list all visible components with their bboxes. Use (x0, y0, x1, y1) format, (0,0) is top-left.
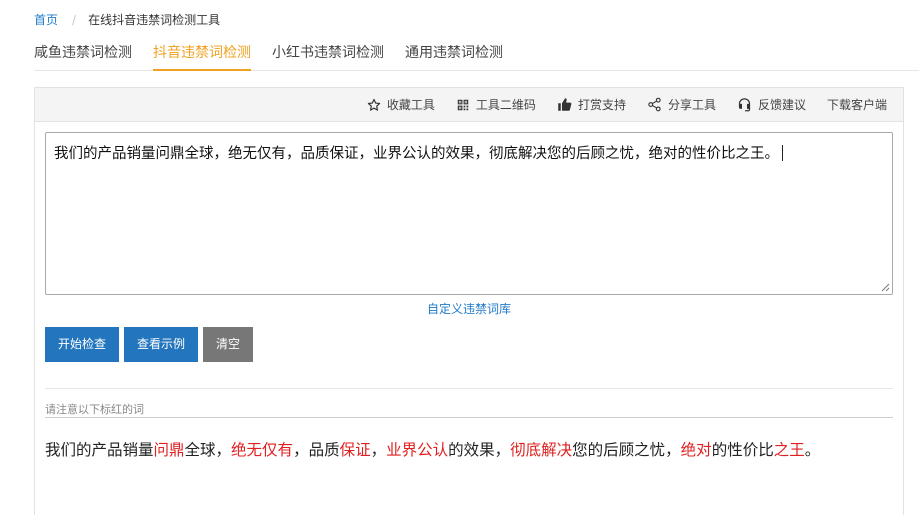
flagged-word: 绝对 (680, 441, 712, 459)
qrcode-tool-label: 工具二维码 (475, 98, 536, 112)
share-tool-label: 分享工具 (667, 98, 716, 112)
tab-xianyu[interactable]: 咸鱼违禁词检测 (34, 43, 132, 71)
breadcrumb-current: 在线抖音违禁词检测工具 (88, 13, 221, 27)
flagged-word: 彻底解决 (510, 441, 573, 459)
result-segment: 。 (804, 441, 821, 459)
tab-xiaohongshu[interactable]: 小红书违禁词检测 (272, 43, 384, 71)
headset-icon (738, 98, 751, 112)
tool-tabs: 咸鱼违禁词检测 抖音违禁词检测 小红书违禁词检测 通用违禁词检测 (34, 43, 919, 71)
result-segment: 我们的产品销量 (45, 441, 154, 459)
feedback-tool-label: 反馈建议 (757, 98, 806, 112)
feedback-tool-button[interactable]: 反馈建议 (737, 96, 806, 113)
favorite-tool-button[interactable]: 收藏工具 (367, 96, 435, 113)
start-check-button[interactable]: 开始检查 (45, 327, 119, 362)
qrcode-tool-button[interactable]: 工具二维码 (456, 96, 536, 113)
download-client-label: 下载客户端 (826, 98, 887, 112)
flagged-word: 保证 (339, 441, 371, 459)
breadcrumb-home-link[interactable]: 首页 (34, 11, 58, 28)
tip-tool-label: 打赏支持 (577, 98, 626, 112)
toolbar: 收藏工具 工具二维码 打赏支持 分享工具 反馈建议 下载客户端 (35, 88, 903, 122)
result-segment: ， (370, 441, 387, 459)
tip-tool-button[interactable]: 打赏支持 (557, 96, 626, 113)
text-caret (782, 145, 783, 161)
clear-button[interactable]: 清空 (203, 327, 253, 362)
download-client-link[interactable]: 下载客户端 (827, 96, 887, 113)
resize-grip-icon[interactable] (881, 283, 890, 292)
qrcode-icon (457, 99, 469, 110)
flagged-word: 业界公认 (386, 441, 449, 459)
star-icon (367, 98, 381, 111)
custom-library-link[interactable]: 自定义违禁词库 (35, 300, 903, 317)
view-example-button[interactable]: 查看示例 (124, 327, 198, 362)
content-text: 我们的产品销量问鼎全球，绝无仅有，品质保证，业界公认的效果，彻底解决您的后顾之忧… (54, 146, 779, 162)
result-segment: 的性价比 (711, 441, 774, 459)
result-segment: ，品质 (293, 441, 340, 459)
flagged-word: 之王 (773, 441, 805, 459)
tool-panel: 收藏工具 工具二维码 打赏支持 分享工具 反馈建议 下载客户端 我们的产品销量问… (34, 87, 904, 515)
share-tool-button[interactable]: 分享工具 (647, 96, 716, 113)
breadcrumb-separator: / (72, 12, 77, 27)
breadcrumb: 首页 / 在线抖音违禁词检测工具 (34, 11, 220, 28)
share-icon (648, 97, 661, 112)
result-segment: 您的后顾之忧， (572, 441, 681, 459)
flagged-word: 问鼎 (153, 441, 185, 459)
tab-general[interactable]: 通用违禁词检测 (405, 43, 503, 71)
section-divider (45, 388, 893, 389)
tab-douyin[interactable]: 抖音违禁词检测 (153, 43, 251, 71)
result-segment: 全球， (184, 441, 232, 459)
content-textarea[interactable]: 我们的产品销量问鼎全球，绝无仅有，品质保证，业界公认的效果，彻底解决您的后顾之忧… (45, 132, 893, 295)
result-segment: 的效果， (448, 441, 511, 459)
favorite-tool-label: 收藏工具 (386, 98, 435, 112)
flagged-word: 绝无仅有 (231, 441, 294, 459)
result-notice: 请注意以下标红的词 (45, 401, 893, 418)
thumbs-up-icon (558, 98, 572, 111)
result-text: 我们的产品销量问鼎全球，绝无仅有，品质保证，业界公认的效果，彻底解决您的后顾之忧… (45, 438, 820, 460)
